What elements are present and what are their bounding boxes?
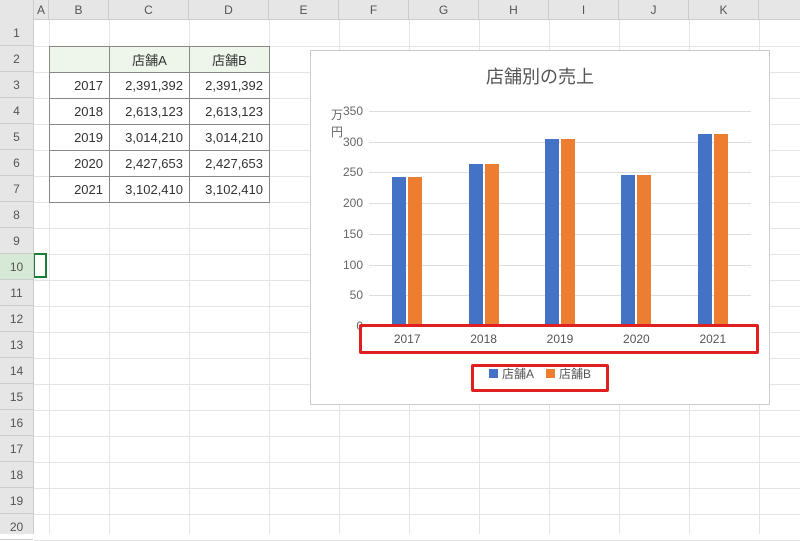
bar[interactable] <box>714 134 728 324</box>
cell-store-b[interactable]: 2,427,653 <box>190 151 270 177</box>
table-row[interactable]: 20172,391,3922,391,392 <box>50 73 270 99</box>
bar[interactable] <box>637 175 651 324</box>
bar[interactable] <box>392 177 406 324</box>
bar[interactable] <box>545 139 559 324</box>
row-header-20[interactable]: 20 <box>0 514 33 540</box>
col-header-E[interactable]: E <box>269 0 339 20</box>
y-tick: 350 <box>329 104 363 118</box>
y-tick: 0 <box>329 319 363 333</box>
row-header-11[interactable]: 11 <box>0 280 33 306</box>
table-header[interactable]: 店舗A <box>110 47 190 73</box>
bar[interactable] <box>408 177 422 324</box>
row-header-9[interactable]: 9 <box>0 228 33 254</box>
row-header-15[interactable]: 15 <box>0 384 33 410</box>
bar[interactable] <box>561 139 575 324</box>
column-headers: ABCDEFGHIJK <box>0 0 800 20</box>
cell-store-a[interactable]: 2,391,392 <box>110 73 190 99</box>
bar-group <box>469 164 499 324</box>
cell-year[interactable]: 2020 <box>50 151 110 177</box>
y-tick: 300 <box>329 135 363 149</box>
legend-item: 店舗B <box>546 365 591 382</box>
row-headers: 1234567891011121314151617181920 <box>0 20 34 534</box>
row-header-13[interactable]: 13 <box>0 332 33 358</box>
table-header[interactable]: 店舗B <box>190 47 270 73</box>
cell-year[interactable]: 2017 <box>50 73 110 99</box>
y-tick: 250 <box>329 165 363 179</box>
cell-store-a[interactable]: 2,427,653 <box>110 151 190 177</box>
x-label: 2020 <box>623 332 650 346</box>
row-header-19[interactable]: 19 <box>0 488 33 514</box>
cell-store-b[interactable]: 3,102,410 <box>190 177 270 203</box>
row-header-2[interactable]: 2 <box>0 46 33 72</box>
col-header-J[interactable]: J <box>619 0 689 20</box>
row-header-5[interactable]: 5 <box>0 124 33 150</box>
legend-label: 店舗B <box>559 367 591 381</box>
plot-area: 0501001502002503003502017201820192020202… <box>369 111 751 324</box>
chart-title: 店舗別の売上 <box>311 51 769 95</box>
data-table[interactable]: 店舗A店舗B20172,391,3922,391,39220182,613,12… <box>49 46 270 203</box>
y-tick: 50 <box>329 288 363 302</box>
col-header-D[interactable]: D <box>189 0 269 20</box>
col-header-F[interactable]: F <box>339 0 409 20</box>
bar[interactable] <box>698 134 712 324</box>
cell-store-a[interactable]: 3,102,410 <box>110 177 190 203</box>
legend: 店舗A 店舗B <box>479 361 601 386</box>
row-header-16[interactable]: 16 <box>0 410 33 436</box>
cell-store-b[interactable]: 2,391,392 <box>190 73 270 99</box>
cell-store-b[interactable]: 2,613,123 <box>190 99 270 125</box>
bar[interactable] <box>485 164 499 324</box>
table-row[interactable]: 20182,613,1232,613,123 <box>50 99 270 125</box>
col-header-A[interactable]: A <box>34 0 49 20</box>
bar[interactable] <box>621 175 635 324</box>
x-label: 2019 <box>547 332 574 346</box>
cell-year[interactable]: 2019 <box>50 125 110 151</box>
table-header[interactable] <box>50 47 110 73</box>
bar-group <box>698 134 728 324</box>
row-header-10[interactable]: 10 <box>0 254 33 280</box>
active-cell <box>33 253 47 278</box>
cells-area[interactable]: 店舗A店舗B20172,391,3922,391,39220182,613,12… <box>34 20 800 534</box>
col-header-B[interactable]: B <box>49 0 109 20</box>
y-tick: 200 <box>329 196 363 210</box>
cell-year[interactable]: 2021 <box>50 177 110 203</box>
y-tick: 100 <box>329 258 363 272</box>
col-header-H[interactable]: H <box>479 0 549 20</box>
bar-group <box>545 139 575 324</box>
spreadsheet: ABCDEFGHIJK 1234567891011121314151617181… <box>0 0 800 534</box>
row-header-8[interactable]: 8 <box>0 202 33 228</box>
col-header-K[interactable]: K <box>689 0 759 20</box>
legend-label: 店舗A <box>502 367 534 381</box>
bar[interactable] <box>469 164 483 324</box>
legend-swatch-icon <box>489 369 498 378</box>
legend-item: 店舗A <box>489 365 534 382</box>
select-all-corner[interactable] <box>0 0 34 20</box>
bar-group <box>392 177 422 324</box>
row-header-3[interactable]: 3 <box>0 72 33 98</box>
legend-swatch-icon <box>546 369 555 378</box>
x-label: 2018 <box>470 332 497 346</box>
table-row[interactable]: 20202,427,6532,427,653 <box>50 151 270 177</box>
row-header-12[interactable]: 12 <box>0 306 33 332</box>
cell-store-b[interactable]: 3,014,210 <box>190 125 270 151</box>
row-header-6[interactable]: 6 <box>0 150 33 176</box>
chart[interactable]: 店舗別の売上万 円0501001502002503003502017201820… <box>310 50 770 405</box>
table-row[interactable]: 20213,102,4103,102,410 <box>50 177 270 203</box>
cell-year[interactable]: 2018 <box>50 99 110 125</box>
col-header-C[interactable]: C <box>109 0 189 20</box>
cell-store-a[interactable]: 3,014,210 <box>110 125 190 151</box>
row-header-4[interactable]: 4 <box>0 98 33 124</box>
row-header-18[interactable]: 18 <box>0 462 33 488</box>
table-row[interactable]: 20193,014,2103,014,210 <box>50 125 270 151</box>
row-header-14[interactable]: 14 <box>0 358 33 384</box>
row-header-7[interactable]: 7 <box>0 176 33 202</box>
x-label: 2021 <box>699 332 726 346</box>
row-header-17[interactable]: 17 <box>0 436 33 462</box>
bar-group <box>621 175 651 324</box>
row-header-1[interactable]: 1 <box>0 20 33 46</box>
col-header-G[interactable]: G <box>409 0 479 20</box>
col-header-I[interactable]: I <box>549 0 619 20</box>
x-label: 2017 <box>394 332 421 346</box>
cell-store-a[interactable]: 2,613,123 <box>110 99 190 125</box>
y-tick: 150 <box>329 227 363 241</box>
